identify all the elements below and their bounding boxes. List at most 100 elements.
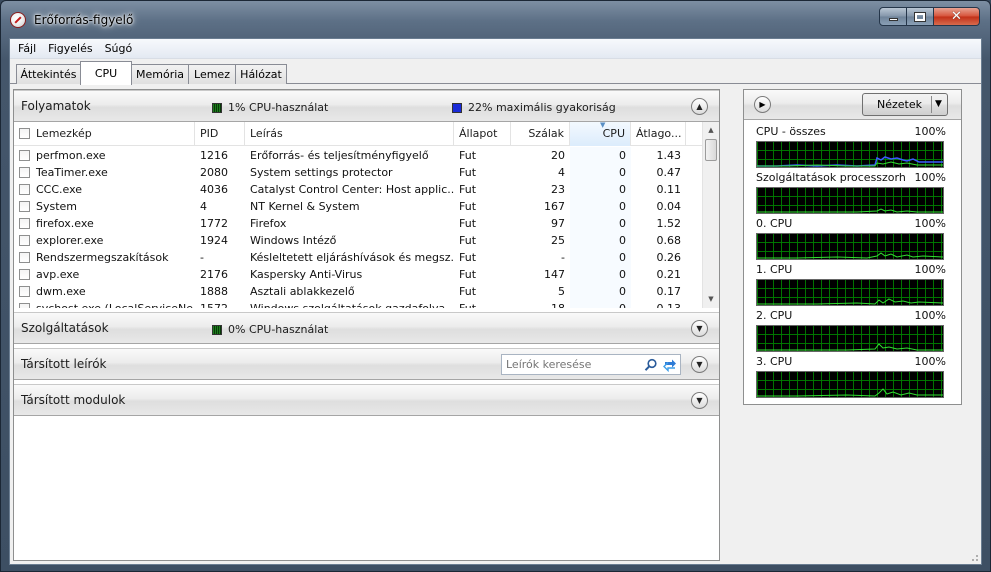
cell-status: Fut <box>459 285 477 298</box>
cell-status: Fut <box>459 183 477 196</box>
processes-table-header: Lemezkép PID Leírás Állapot Szálak ▼ CPU… <box>14 122 702 146</box>
col-header-threads-label: Szálak <box>528 127 564 140</box>
cell-image: perfmon.exe <box>36 149 106 162</box>
row-checkbox[interactable] <box>19 201 30 212</box>
cell-status: Fut <box>459 217 477 230</box>
cell-average: 0.21 <box>656 268 682 281</box>
menu-help[interactable]: Súgó <box>99 42 139 55</box>
resize-grip-icon[interactable] <box>969 552 979 562</box>
tab-memory-label: Memória <box>135 68 185 81</box>
row-checkbox[interactable] <box>19 167 30 178</box>
handles-expand-button[interactable]: ▼ <box>691 356 708 373</box>
tab-overview[interactable]: Áttekintés <box>16 64 81 84</box>
cell-threads: - <box>561 251 565 264</box>
handles-search-input[interactable] <box>502 355 632 374</box>
cpu0-graph-lines <box>757 252 943 259</box>
col-header-average[interactable]: Átlago... <box>631 122 686 146</box>
table-row[interactable]: firefox.exe 1772 Firefox Fut 97 0 1.52 <box>14 215 702 232</box>
cell-threads: 147 <box>544 268 565 281</box>
col-header-cpu[interactable]: ▼ CPU <box>570 122 631 146</box>
table-row[interactable]: TeaTimer.exe 2080 System settings protec… <box>14 164 702 181</box>
row-checkbox[interactable] <box>19 150 30 161</box>
cell-cpu: 0 <box>619 251 626 264</box>
tab-memory[interactable]: Memória <box>131 64 189 84</box>
cell-average: 1.43 <box>656 149 682 162</box>
row-checkbox[interactable] <box>19 235 30 246</box>
table-row[interactable]: explorer.exe 1924 Windows Intéző Fut 25 … <box>14 232 702 249</box>
table-row[interactable]: perfmon.exe 1216 Erőforrás- és teljesítm… <box>14 147 702 164</box>
cell-average: 0.17 <box>656 285 682 298</box>
cell-cpu: 0 <box>619 200 626 213</box>
title-bar[interactable]: Erőforrás-figyelő ✕ <box>1 1 990 38</box>
table-row[interactable]: CCC.exe 4036 Catalyst Control Center: Ho… <box>14 181 702 198</box>
table-row[interactable]: svchost.exe (LocalServiceNe... 1572 Wind… <box>14 300 702 308</box>
table-row[interactable]: System 4 NT Kernel & System Fut 167 0 0.… <box>14 198 702 215</box>
close-button[interactable]: ✕ <box>934 7 980 26</box>
cell-description: Erőforrás- és teljesítményfigyelő <box>250 149 429 162</box>
col-header-pid[interactable]: PID <box>195 122 245 146</box>
graph-label: 0. CPU 100% <box>756 217 946 233</box>
row-checkbox[interactable] <box>19 184 30 195</box>
col-header-threads[interactable]: Szálak <box>511 122 570 146</box>
cell-description: Késleltetett eljáráshívások és megsz... <box>250 251 454 264</box>
select-all-checkbox[interactable] <box>19 128 30 139</box>
handles-header[interactable]: Társított leírók ▼ <box>14 348 719 380</box>
row-checkbox[interactable] <box>19 269 30 280</box>
menu-monitor[interactable]: Figyelés <box>42 42 98 55</box>
graph-label: 2. CPU 100% <box>756 309 946 325</box>
scroll-up-arrow-icon[interactable]: ▲ <box>703 122 719 138</box>
minimize-button[interactable] <box>879 7 907 26</box>
row-checkbox[interactable] <box>19 218 30 229</box>
dropdown-arrow-icon[interactable]: ▼ <box>935 99 942 109</box>
processes-vertical-scrollbar[interactable]: ▲ ▼ <box>702 122 719 308</box>
chevron-right-icon: ▶ <box>759 100 766 109</box>
modules-expand-button[interactable]: ▼ <box>691 392 708 409</box>
col-header-image[interactable]: Lemezkép <box>14 122 195 146</box>
tab-network[interactable]: Hálózat <box>235 64 287 84</box>
row-checkbox[interactable] <box>19 252 30 263</box>
hide-graphs-button[interactable]: ▶ <box>754 96 771 113</box>
cell-image: TeaTimer.exe <box>36 166 108 179</box>
col-header-description[interactable]: Leírás <box>245 122 454 146</box>
services-cpu-swatch <box>212 324 222 335</box>
search-icon[interactable] <box>644 358 658 372</box>
views-dropdown-button[interactable]: Nézetek ▼ <box>862 93 948 116</box>
cpu-usage-swatch <box>212 102 222 113</box>
cpu2-graph-lines <box>757 343 943 351</box>
table-row[interactable]: dwm.exe 1888 Asztali ablakkezelő Fut 5 0… <box>14 283 702 300</box>
cell-pid: 2176 <box>200 268 228 281</box>
cell-threads: 97 <box>551 217 565 230</box>
services-cpu-graph-lines <box>757 208 943 213</box>
maximize-button[interactable] <box>907 7 934 26</box>
table-row[interactable]: avp.exe 2176 Kaspersky Anti-Virus Fut 14… <box>14 266 702 283</box>
resource-monitor-icon <box>10 12 26 28</box>
modules-title: Társított modulok <box>21 393 126 407</box>
cell-pid: - <box>200 251 204 264</box>
cell-average: 0.13 <box>631 300 686 308</box>
scrollbar-thumb[interactable] <box>705 139 717 161</box>
modules-header[interactable]: Társított modulok ▼ <box>14 384 719 416</box>
row-checkbox[interactable] <box>19 303 30 308</box>
services-expand-button[interactable]: ▼ <box>691 320 708 337</box>
cell-pid: 1772 <box>200 217 228 230</box>
chevron-down-icon: ▼ <box>696 324 703 333</box>
table-row[interactable]: Rendszermegszakítások - Késleltetett elj… <box>14 249 702 266</box>
col-header-status[interactable]: Állapot <box>454 122 511 146</box>
services-header[interactable]: Szolgáltatások 0% CPU-használat ▼ <box>14 312 719 344</box>
tab-disk[interactable]: Lemez <box>188 64 236 84</box>
processes-header[interactable]: Folyamatok 1% CPU-használat 22% maximáli… <box>14 90 719 122</box>
processes-max-frequency: 22% maximális gyakoriság <box>452 101 616 114</box>
processes-collapse-button[interactable]: ▲ <box>691 98 708 115</box>
caption-buttons: ✕ <box>879 7 980 26</box>
cell-threads: 167 <box>544 200 565 213</box>
row-checkbox[interactable] <box>19 286 30 297</box>
menu-file[interactable]: Fájl <box>12 42 42 55</box>
refresh-icon[interactable] <box>662 358 678 372</box>
scroll-down-arrow-icon[interactable]: ▼ <box>703 291 719 307</box>
cell-status: Fut <box>459 149 477 162</box>
cell-cpu: 0 <box>619 183 626 196</box>
graph-name: Szolgáltatások processzorh... <box>756 171 906 184</box>
handles-title: Társított leírók <box>21 357 107 371</box>
tab-cpu[interactable]: CPU <box>80 61 132 85</box>
handles-search-box <box>501 354 681 375</box>
